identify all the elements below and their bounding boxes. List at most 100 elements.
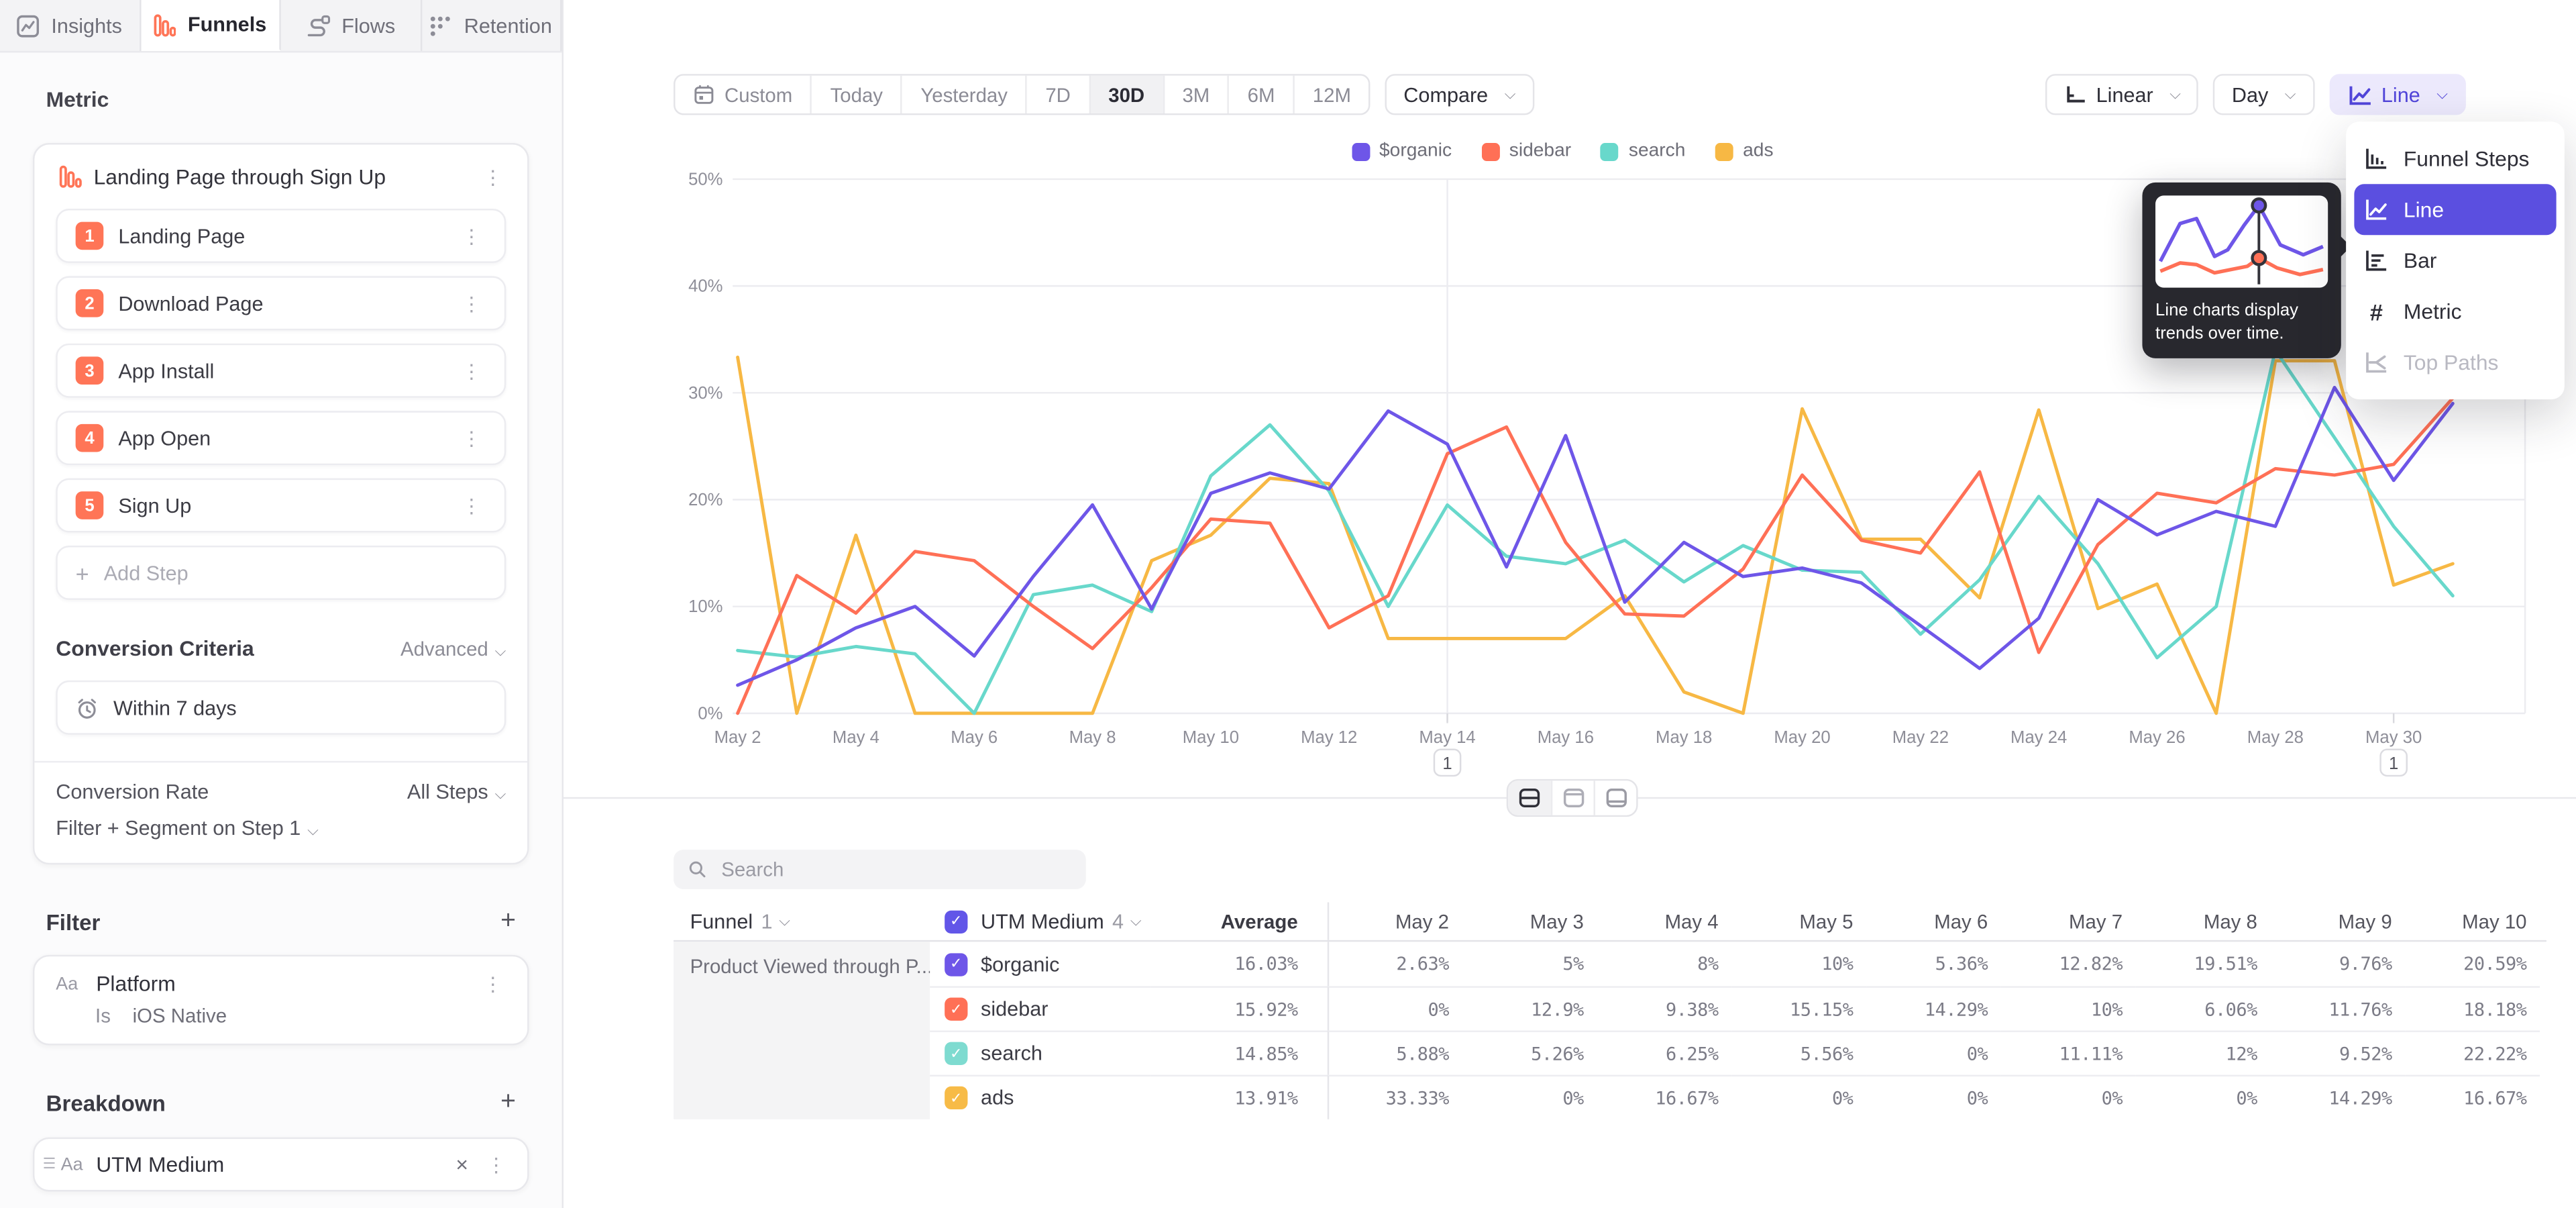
kebab-menu-icon[interactable]: ⋮	[457, 495, 486, 515]
kebab-menu-icon[interactable]: ⋮	[478, 167, 508, 187]
legend-item-$organic[interactable]: $organic	[1351, 142, 1452, 161]
tab-retention[interactable]: Retention	[421, 0, 561, 51]
split-view-button[interactable]	[1508, 781, 1551, 815]
range-30d[interactable]: 30D	[1089, 76, 1163, 113]
table-header: Funnel1⌵ ✓ UTM Medium4⌵ Average May 2May…	[674, 902, 2546, 942]
add-breakdown-button[interactable]: +	[500, 1090, 516, 1116]
granularity-button[interactable]: Day⌵	[2214, 74, 2314, 115]
kebab-menu-icon[interactable]: ⋮	[457, 361, 486, 381]
chart-type-tooltip: Line charts display trends over time.	[2142, 183, 2341, 359]
cell-value: 9.76%	[2270, 942, 2405, 986]
text-property-icon: Aa	[61, 1154, 83, 1174]
funnel-step-4[interactable]: 4App Open⋮	[56, 411, 506, 465]
table-row-name-ads[interactable]: ✓ads	[930, 1075, 1150, 1119]
row-checkbox[interactable]: ✓	[945, 998, 967, 1021]
kebab-menu-icon[interactable]: ⋮	[478, 974, 508, 993]
calendar-icon	[693, 84, 714, 105]
range-7d[interactable]: 7D	[1026, 76, 1089, 113]
tab-bar: Insights Funnels Flows Retention	[0, 0, 562, 52]
metric-card: Landing Page through Sign Up ⋮ 1Landing …	[33, 143, 529, 864]
chart-toolbar: Custom Today Yesterday 7D 30D 3M 6M 12M …	[674, 74, 2466, 115]
funnel-step-2[interactable]: 2Download Page⋮	[56, 276, 506, 330]
x-axis-label: May 10	[1183, 728, 1239, 747]
table-row-name-$organic[interactable]: ✓$organic	[930, 942, 1150, 986]
row-checkbox[interactable]: ✓	[945, 952, 967, 975]
x-axis-label: May 4	[833, 728, 879, 747]
funnel-name-cell[interactable]: Product Viewed through P...	[674, 942, 930, 1119]
select-all-checkbox[interactable]: ✓	[945, 910, 967, 933]
filter-card[interactable]: Aa Platform ⋮ Is iOS Native	[33, 955, 529, 1046]
kebab-menu-icon[interactable]: ⋮	[457, 226, 486, 246]
tab-flows[interactable]: Flows	[281, 0, 421, 51]
table-body: Product Viewed through P... ✓$organic 16.…	[674, 942, 2546, 1119]
all-steps-dropdown[interactable]: All Steps⌵	[407, 781, 506, 803]
tooltip-minichart	[2155, 195, 2328, 287]
x-axis-label: May 8	[1069, 728, 1116, 747]
chart-type-button[interactable]: Line⌵	[2329, 74, 2466, 115]
date-column-header: May 9	[2270, 902, 2405, 940]
range-6m[interactable]: 6M	[1228, 76, 1293, 113]
range-3m[interactable]: 3M	[1163, 76, 1228, 113]
step-number-badge: 4	[76, 424, 104, 452]
add-step-button[interactable]: +Add Step	[56, 546, 506, 600]
sidebar: Insights Funnels Flows Retention Metric …	[0, 0, 564, 1208]
step-label: Download Page	[118, 292, 456, 315]
filter-operator[interactable]: Is	[95, 1004, 111, 1027]
legend-swatch	[1601, 142, 1619, 160]
filter-value[interactable]: iOS Native	[133, 1004, 227, 1027]
breakdown-card[interactable]: ☰ Aa UTM Medium × ⋮	[33, 1138, 529, 1192]
row-checkbox[interactable]: ✓	[945, 1087, 967, 1109]
search-icon	[688, 860, 706, 879]
x-axis-label: May 26	[2129, 728, 2185, 747]
breakdown-property: UTM Medium	[96, 1152, 443, 1177]
kebab-menu-icon[interactable]: ⋮	[482, 1154, 511, 1174]
kebab-menu-icon[interactable]: ⋮	[457, 428, 486, 448]
cell-value: 5.56%	[1731, 1031, 1866, 1075]
range-today[interactable]: Today	[810, 76, 901, 113]
kebab-menu-icon[interactable]: ⋮	[457, 293, 486, 313]
menu-item-funnel-steps[interactable]: Funnel Steps	[2354, 133, 2556, 184]
legend-item-sidebar[interactable]: sidebar	[1481, 142, 1571, 161]
bar-chart-icon	[2364, 248, 2389, 273]
breakdown-table: Funnel1⌵ ✓ UTM Medium4⌵ Average May 2May…	[674, 902, 2546, 1119]
tab-insights[interactable]: Insights	[0, 0, 140, 51]
funnel-column-header[interactable]: Funnel1⌵	[674, 902, 930, 940]
filter-segment-dropdown[interactable]: Filter + Segment on Step 1⌵	[34, 804, 527, 844]
table-row-name-search[interactable]: ✓search	[930, 1031, 1150, 1075]
legend-item-search[interactable]: search	[1601, 142, 1685, 161]
table-only-button[interactable]	[1594, 781, 1637, 815]
menu-item-top-paths[interactable]: Top Paths	[2354, 337, 2556, 388]
drag-handle-icon[interactable]: ☰	[43, 1156, 61, 1174]
funnel-step-5[interactable]: 5Sign Up⋮	[56, 479, 506, 533]
cell-value: 14.29%	[2270, 1075, 2405, 1119]
table-row-name-sidebar[interactable]: ✓sidebar	[930, 986, 1150, 1030]
menu-item-bar[interactable]: Bar	[2354, 235, 2556, 286]
scale-button[interactable]: Linear⌵	[2045, 74, 2199, 115]
funnel-step-1[interactable]: 1Landing Page⋮	[56, 209, 506, 263]
tab-label: Retention	[464, 14, 552, 37]
compare-button[interactable]: Compare⌵	[1385, 74, 1534, 115]
flows-icon	[305, 14, 330, 37]
conversion-window[interactable]: Within 7 days	[56, 681, 506, 735]
cell-value: 16.67%	[2405, 1075, 2540, 1119]
add-filter-button[interactable]: +	[500, 909, 516, 935]
remove-breakdown-icon[interactable]: ×	[443, 1152, 482, 1177]
menu-item-metric[interactable]: # Metric	[2354, 286, 2556, 337]
chevron-down-icon: ⌵	[307, 821, 319, 838]
range-custom[interactable]: Custom	[676, 76, 811, 113]
search-input[interactable]	[718, 856, 1071, 883]
range-yesterday[interactable]: Yesterday	[901, 76, 1026, 113]
legend-item-ads[interactable]: ads	[1715, 142, 1774, 161]
cell-value: 0%	[1328, 986, 1462, 1030]
funnel-step-3[interactable]: 3App Install⋮	[56, 344, 506, 398]
range-12m[interactable]: 12M	[1293, 76, 1368, 113]
tab-funnels[interactable]: Funnels	[140, 0, 280, 51]
breakdown-column-header[interactable]: ✓ UTM Medium4⌵	[930, 902, 1150, 940]
chevron-down-icon: ⌵	[1505, 85, 1516, 103]
row-checkbox[interactable]: ✓	[945, 1042, 967, 1065]
chart-only-button[interactable]	[1551, 781, 1594, 815]
advanced-dropdown[interactable]: Advanced⌵	[400, 637, 506, 660]
menu-item-line[interactable]: Line	[2354, 184, 2556, 235]
breakdown-section-label: Breakdown	[46, 1091, 501, 1115]
cell-value: 0%	[1866, 1075, 2001, 1119]
